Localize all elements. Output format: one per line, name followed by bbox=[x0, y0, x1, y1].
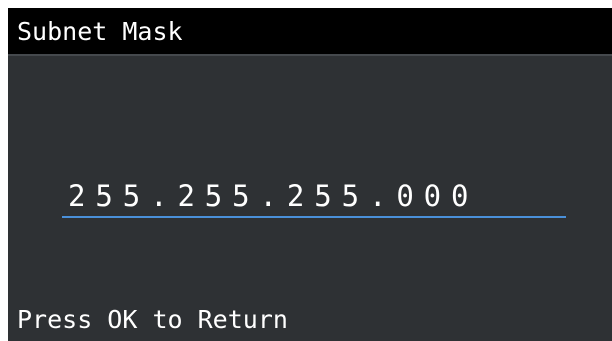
subnet-mask-field[interactable]: 255.255.255.000 bbox=[62, 178, 567, 224]
title-bar: Subnet Mask bbox=[8, 8, 612, 56]
subnet-mask-value: 255.255.255.000 bbox=[68, 179, 479, 213]
lcd-screen: Subnet Mask 255.255.255.000 Press OK to … bbox=[8, 8, 612, 341]
field-underline bbox=[62, 216, 566, 218]
return-hint: Press OK to Return bbox=[17, 305, 288, 334]
screen-title: Subnet Mask bbox=[17, 17, 183, 46]
